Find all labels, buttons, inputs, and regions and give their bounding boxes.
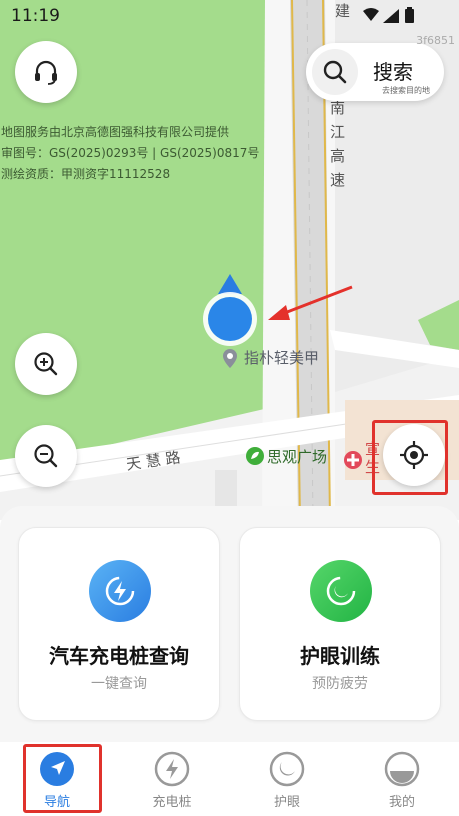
customer-service-button[interactable]: [15, 41, 77, 103]
card-title-eye: 护眼训练: [300, 644, 380, 668]
search-icon: [323, 60, 347, 84]
zoom-in-icon: [34, 352, 58, 376]
profile-icon: [384, 751, 420, 787]
poi-pin-icon: [223, 349, 237, 368]
highlight-box-locate: [372, 420, 448, 495]
headset-icon: [35, 60, 57, 85]
poi-label-nail: 指朴轻美甲: [244, 349, 320, 367]
eye-care-icon: [269, 751, 305, 787]
attribution-line-3: 测绘资质：甲测资字11112528: [1, 167, 171, 181]
highlight-box-navigation: [23, 744, 102, 813]
map-attribution: 地图服务由北京高德图强科技有限公司提供 审图号：GS(2025)0293号 | …: [1, 122, 259, 185]
eye-training-card[interactable]: 护眼训练 预防疲劳: [239, 527, 441, 721]
search-button[interactable]: 搜索 去搜索目的地: [306, 43, 444, 101]
status-code: 3f6851: [416, 34, 455, 47]
tab-label-charging: 充电桩: [152, 795, 192, 810]
leaf-icon: [246, 447, 264, 465]
poi-label-square: 思观广场: [267, 448, 328, 466]
zoom-in-button[interactable]: [15, 333, 77, 395]
eye-icon: [310, 560, 372, 622]
charging-pile-icon: [154, 751, 190, 787]
current-location-icon: [203, 274, 257, 346]
status-time: 11:19: [11, 6, 60, 26]
status-icons: [363, 7, 414, 23]
zoom-out-icon: [34, 444, 58, 468]
feature-sheet: 汽车充电桩查询 一键查询 护眼训练 预防疲劳: [0, 506, 459, 742]
search-hint: 去搜索目的地: [382, 86, 430, 95]
road-label-vertical: 南江高速: [330, 99, 346, 189]
tab-eye-care[interactable]: 护眼: [230, 742, 344, 816]
medical-cross-icon: [344, 451, 362, 469]
tab-label-eye-care: 护眼: [273, 795, 300, 810]
tab-profile[interactable]: 我的: [345, 742, 459, 816]
search-label: 搜索: [373, 60, 413, 84]
attribution-line-1: 地图服务由北京高德图强科技有限公司提供: [1, 125, 230, 139]
lightning-icon: [89, 560, 151, 622]
attribution-line-2: 审图号：GS(2025)0293号 | GS(2025)0817号: [1, 146, 260, 160]
search-icon-wrap: [312, 49, 358, 95]
card-subtitle-eye: 预防疲劳: [312, 676, 368, 692]
tab-label-profile: 我的: [388, 795, 415, 810]
charging-query-card[interactable]: 汽车充电桩查询 一键查询: [18, 527, 220, 721]
zoom-out-button[interactable]: [15, 425, 77, 487]
tab-charging[interactable]: 充电桩: [115, 742, 229, 816]
card-title-charging: 汽车充电桩查询: [49, 644, 189, 668]
card-subtitle-charging: 一键查询: [91, 676, 147, 692]
status-bar: 11:19 3f6851: [0, 0, 459, 47]
